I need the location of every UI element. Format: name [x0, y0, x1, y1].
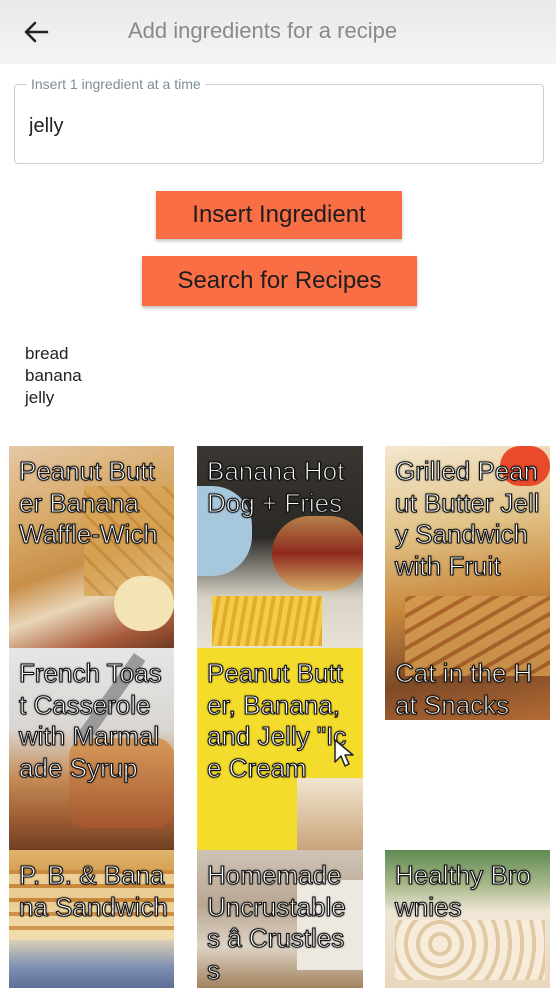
recipe-card[interactable]: P. B. & Banana Sandwich — [9, 850, 174, 988]
page-title: Add ingredients for a recipe — [128, 18, 398, 43]
recipe-title: Peanut Butter Banana Waffle-Wich — [18, 455, 158, 549]
recipe-card[interactable]: French Toast Casserole with Marmalade Sy… — [9, 648, 174, 850]
search-recipes-button[interactable]: Search for Recipes — [142, 256, 417, 306]
mouse-cursor-icon — [334, 739, 354, 767]
arrow-back-icon — [24, 21, 49, 43]
ingredient-field-label: Insert 1 ingredient at a time — [27, 76, 205, 92]
recipe-card[interactable]: Healthy Brownies — [385, 850, 550, 988]
insert-ingredient-button[interactable]: Insert Ingredient — [156, 191, 402, 239]
recipe-image — [297, 778, 363, 850]
recipe-title: Grilled Peanut Butter Jelly Sandwich wit… — [394, 455, 540, 581]
ingredient-field[interactable]: Insert 1 ingredient at a time — [14, 76, 544, 164]
recipe-title: French Toast Casserole with Marmalade Sy… — [18, 657, 162, 783]
recipe-title: Cat in the Hat Snacks — [394, 657, 533, 720]
recipe-image — [272, 516, 363, 591]
ingredient-input[interactable] — [29, 111, 519, 141]
ingredient-item: banana — [25, 366, 82, 385]
app-bar: Add ingredients for a recipe — [0, 0, 556, 64]
recipe-card[interactable]: Peanut Butter Banana Waffle-Wich — [9, 446, 174, 648]
recipe-image — [395, 920, 545, 980]
ingredient-list: bread banana jelly — [25, 343, 82, 409]
recipe-title: Homemade Uncrustables â Crustless — [206, 859, 346, 985]
recipe-card[interactable]: Grilled Peanut Butter Jelly Sandwich wit… — [385, 446, 550, 720]
recipe-title: P. B. & Banana Sandwich — [18, 859, 168, 922]
recipe-card[interactable]: Homemade Uncrustables â Crustless — [197, 850, 363, 988]
recipe-image — [212, 596, 322, 646]
recipe-image — [114, 576, 174, 631]
ingredient-item: bread — [25, 344, 69, 363]
recipe-title: Banana Hot Dog + Fries — [206, 455, 345, 518]
ingredient-item: jelly — [25, 388, 55, 407]
back-button[interactable] — [18, 16, 54, 48]
recipe-title: Healthy Brownies — [394, 859, 531, 922]
recipe-card[interactable]: Banana Hot Dog + Fries — [197, 446, 363, 648]
